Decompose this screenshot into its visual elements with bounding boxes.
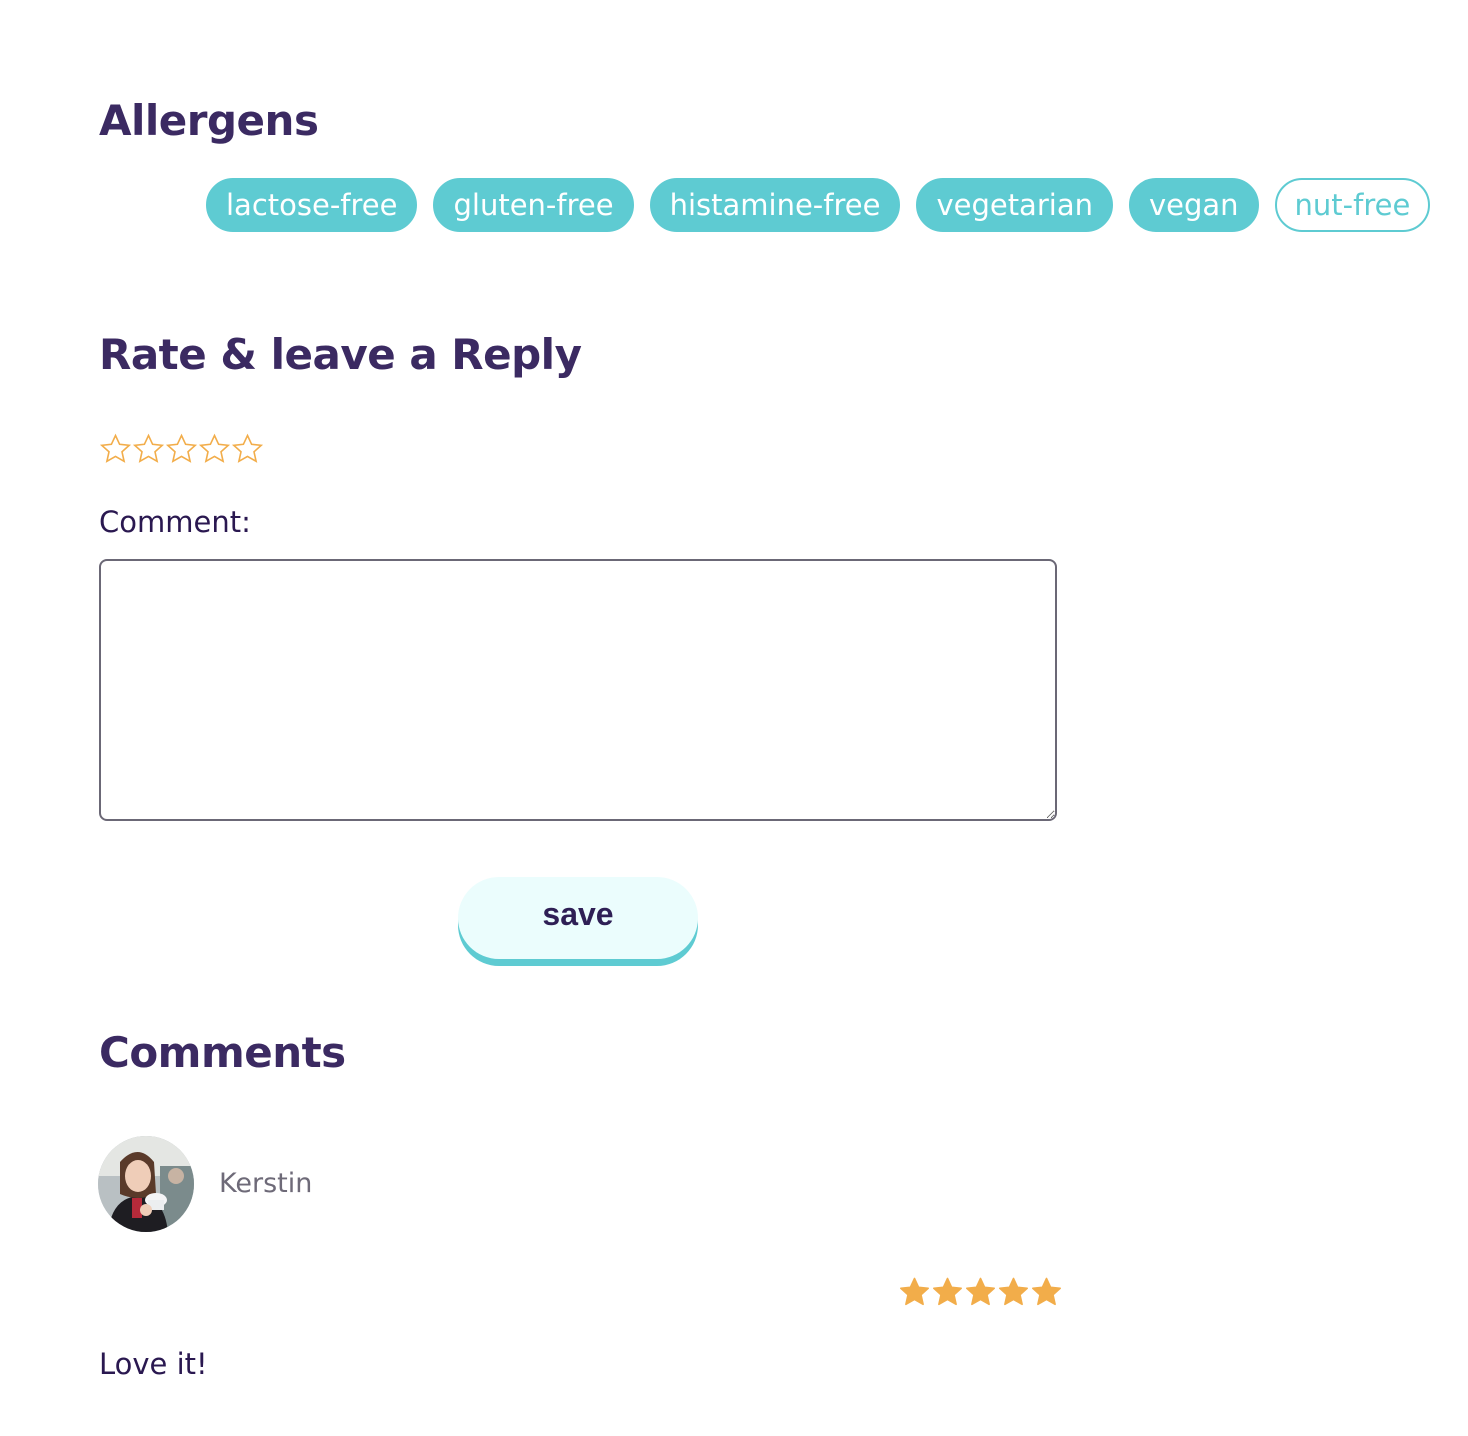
rating-input bbox=[99, 433, 264, 466]
star-outline-icon[interactable] bbox=[198, 433, 231, 466]
allergen-tag-histamine-free[interactable]: histamine-free bbox=[649, 178, 901, 232]
star-outline-icon[interactable] bbox=[99, 433, 132, 466]
avatar-photo bbox=[98, 1136, 194, 1232]
comment-text: Love it! bbox=[99, 1347, 208, 1381]
star-outline-icon[interactable] bbox=[165, 433, 198, 466]
rate-reply-heading: Rate & leave a Reply bbox=[99, 330, 582, 379]
star-filled-icon bbox=[1030, 1276, 1063, 1309]
star-outline-icon[interactable] bbox=[231, 433, 264, 466]
comment-author: Kerstin bbox=[219, 1168, 313, 1199]
comment-textarea[interactable] bbox=[99, 559, 1057, 821]
allergen-tag-gluten-free[interactable]: gluten-free bbox=[433, 178, 634, 232]
allergens-heading: Allergens bbox=[99, 96, 319, 145]
comments-heading: Comments bbox=[99, 1028, 346, 1077]
allergen-tag-list: lactose-free gluten-free histamine-free … bbox=[206, 178, 1431, 232]
star-filled-icon bbox=[964, 1276, 997, 1309]
allergen-tag-vegan[interactable]: vegan bbox=[1128, 178, 1259, 232]
allergen-tag-vegetarian[interactable]: vegetarian bbox=[916, 178, 1113, 232]
comment-rating bbox=[898, 1276, 1063, 1309]
star-filled-icon bbox=[931, 1276, 964, 1309]
allergen-tag-nut-free[interactable]: nut-free bbox=[1274, 178, 1431, 232]
star-filled-icon bbox=[898, 1276, 931, 1309]
save-button[interactable]: save bbox=[458, 877, 698, 959]
allergen-tag-lactose-free[interactable]: lactose-free bbox=[206, 178, 418, 232]
comment-label: Comment: bbox=[99, 505, 251, 539]
star-filled-icon bbox=[997, 1276, 1030, 1309]
star-outline-icon[interactable] bbox=[132, 433, 165, 466]
avatar bbox=[98, 1136, 194, 1232]
